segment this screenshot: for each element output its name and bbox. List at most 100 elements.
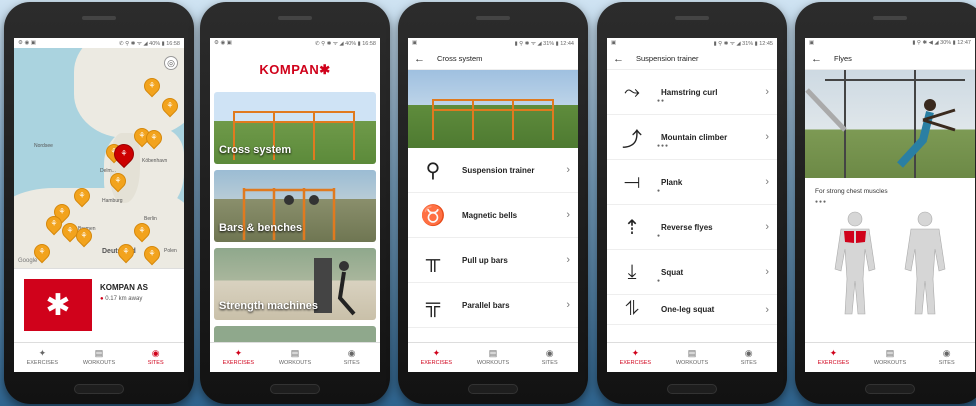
kompan-logo-icon: ✱ — [24, 279, 92, 331]
app-bar: ← Cross system — [408, 48, 578, 70]
bottom-tab-bar: ✦ EXERCISES ▤ WORKOUTS ◉ SITES — [805, 342, 975, 372]
bottom-tab-bar: ✦ EXERCISES ▤ WORKOUTS ◉ SITES — [210, 342, 380, 372]
home-button — [270, 384, 320, 394]
status-bar: ▣ ▮ ⚲ ✱ ᯤ ◢ 31% ▮ 12:45 — [607, 38, 777, 48]
sites-icon: ◉ — [744, 348, 753, 358]
chevron-right-icon: › — [765, 86, 769, 98]
magnetic-bells-icon: ♉ — [420, 204, 446, 227]
chevron-right-icon: › — [765, 131, 769, 143]
chevron-right-icon: › — [566, 299, 570, 311]
tab-workouts[interactable]: ▤ WORKOUTS — [71, 343, 128, 372]
category-strength-machines[interactable]: Strength machines — [214, 248, 376, 320]
screen-suspension-trainer: ▣ ▮ ⚲ ✱ ᯤ ◢ 31% ▮ 12:45 ← Suspension train… — [607, 38, 777, 372]
tab-sites[interactable]: ◉ SITES — [521, 343, 578, 372]
tab-workouts[interactable]: ▤ WORKOUTS — [664, 343, 721, 372]
exercise-icon: ✦ — [234, 348, 243, 358]
squat-icon: ⤓ — [627, 260, 637, 283]
screen-cross-system: ▣ ▮ ⚲ ✱ ᯤ ◢ 31% ▮ 12:44 ← Cross system ⚲ Su… — [408, 38, 578, 372]
location-pin-icon: ● — [100, 296, 104, 302]
chevron-right-icon: › — [765, 221, 769, 233]
list-item[interactable]: ╥ Pull up bars › — [408, 238, 578, 283]
list-item[interactable]: ⤓ Squat ● › — [607, 250, 777, 295]
tab-sites[interactable]: ◉ SITES — [127, 343, 184, 372]
site-card[interactable]: ✱ KOMPAN AS ● 0.17 km away — [14, 268, 184, 340]
list-item[interactable]: ⥮ One-leg squat › — [607, 295, 777, 325]
chevron-right-icon: › — [765, 303, 769, 316]
brand-figure-icon: ✱ — [319, 62, 331, 77]
list-item[interactable]: ⟞ Plank ● › — [607, 160, 777, 205]
map-view[interactable]: Nordsee Delm... Köbenhavn Hamburg Berlin… — [14, 48, 184, 268]
tab-exercises[interactable]: ✦ EXERCISES — [805, 343, 862, 372]
page-title: Flyes — [834, 54, 852, 63]
pull-up-bars-icon: ╥ — [425, 248, 441, 271]
back-arrow-icon[interactable]: ← — [613, 53, 624, 65]
tab-exercises[interactable]: ✦ EXERCISES — [210, 343, 267, 372]
tab-sites[interactable]: ◉ SITES — [323, 343, 380, 372]
map-label-copenhagen: Köbenhavn — [142, 158, 168, 164]
tab-exercises[interactable]: ✦ EXERCISES — [14, 343, 71, 372]
workouts-icon: ▤ — [488, 348, 498, 358]
site-distance: ● 0.17 km away — [100, 296, 143, 302]
status-bar: ▣ ▮ ⚲ ✱ ᯤ ◢ 31% ▮ 12:44 — [408, 38, 578, 48]
speaker — [675, 16, 709, 20]
tab-workouts[interactable]: ▤ WORKOUTS — [267, 343, 324, 372]
locate-icon[interactable]: ◎ — [164, 56, 178, 70]
suspension-trainer-icon: ⚲ — [425, 159, 441, 182]
speaker — [82, 16, 116, 20]
screen-flyes: ▣ ▮ ⚲ ✱ ◀ ◢ 30% ▮ 12:47 ← Flyes For strong… — [805, 38, 975, 372]
chevron-right-icon: › — [566, 254, 570, 266]
tab-sites[interactable]: ◉ SITES — [720, 343, 777, 372]
exercise-icon: ✦ — [829, 348, 838, 358]
category-cross-system[interactable]: Cross system — [214, 92, 376, 164]
phone-cross-system: ▣ ▮ ⚲ ✱ ᯤ ◢ 31% ▮ 12:44 ← Cross system ⚲ Su… — [398, 2, 588, 404]
speaker — [873, 16, 907, 20]
chevron-right-icon: › — [566, 164, 570, 176]
tab-workouts[interactable]: ▤ WORKOUTS — [862, 343, 919, 372]
status-bar: ⚙ ◉ ▣ ✆ ⚲ ✱ ᯤ ◢ 40% ▮ 16:58 — [14, 38, 184, 48]
workouts-icon: ▤ — [290, 348, 300, 358]
list-item[interactable]: ╦ Parallel bars › — [408, 283, 578, 328]
list-item[interactable]: ⤳ Hamstring curl ●● › — [607, 70, 777, 115]
flyes-photo — [805, 70, 975, 178]
list-item[interactable]: ⇡ Reverse flyes ● › — [607, 205, 777, 250]
page-title: Suspension trainer — [636, 54, 699, 63]
list-item[interactable]: ⤴ Mountain climber ●●● › — [607, 115, 777, 160]
speaker — [278, 16, 312, 20]
back-arrow-icon[interactable]: ← — [414, 53, 425, 65]
phone-sites: ⚙ ◉ ▣ ✆ ⚲ ✱ ᯤ ◢ 40% ▮ 16:58 Nordsee Delm.… — [4, 2, 194, 404]
tab-sites[interactable]: ◉ SITES — [918, 343, 975, 372]
exercise-icon: ✦ — [38, 348, 47, 358]
list-item[interactable]: ⚲ Suspension trainer › — [408, 148, 578, 193]
page-title: Cross system — [437, 54, 483, 63]
phone-suspension-trainer: ▣ ▮ ⚲ ✱ ᯤ ◢ 31% ▮ 12:45 ← Suspension train… — [597, 2, 787, 404]
map-label-berlin: Berlin — [144, 216, 157, 222]
one-leg-squat-icon: ⥮ — [624, 298, 640, 320]
map-label-hamburg: Hamburg — [102, 198, 123, 204]
list-item[interactable]: ♉ Magnetic bells › — [408, 193, 578, 238]
exercise-icon: ✦ — [631, 348, 640, 358]
screen-categories: ⚙ ◉ ▣ ✆ ⚲ ✱ ᯤ ◢ 40% ▮ 16:58 KOMPAN✱ Cross… — [210, 38, 380, 372]
category-bars-benches[interactable]: Bars & benches — [214, 170, 376, 242]
bottom-tab-bar: ✦ EXERCISES ▤ WORKOUTS ◉ SITES — [607, 342, 777, 372]
home-button — [667, 384, 717, 394]
kompan-brand-logo: KOMPAN✱ — [259, 62, 331, 77]
bottom-tab-bar: ✦ EXERCISES ▤ WORKOUTS ◉ SITES — [14, 342, 184, 372]
back-arrow-icon[interactable]: ← — [811, 53, 822, 65]
tab-workouts[interactable]: ▤ WORKOUTS — [465, 343, 522, 372]
chevron-right-icon: › — [765, 266, 769, 278]
sites-icon: ◉ — [347, 348, 356, 358]
sites-icon: ◉ — [151, 348, 160, 358]
sites-icon: ◉ — [545, 348, 554, 358]
tab-exercises[interactable]: ✦ EXERCISES — [607, 343, 664, 372]
map-label-north-sea: Nordsee — [34, 143, 53, 149]
sites-icon: ◉ — [942, 348, 951, 358]
mountain-climber-icon: ⤴ — [622, 128, 642, 151]
phone-categories: ⚙ ◉ ▣ ✆ ⚲ ✱ ᯤ ◢ 40% ▮ 16:58 KOMPAN✱ Cross… — [200, 2, 390, 404]
cross-system-hero-photo — [408, 70, 578, 148]
chevron-right-icon: › — [566, 209, 570, 221]
tab-exercises[interactable]: ✦ EXERCISES — [408, 343, 465, 372]
home-button — [865, 384, 915, 394]
chevron-right-icon: › — [765, 176, 769, 188]
status-bar: ▣ ▮ ⚲ ✱ ◀ ◢ 30% ▮ 12:47 — [805, 38, 975, 48]
workouts-icon: ▤ — [687, 348, 697, 358]
